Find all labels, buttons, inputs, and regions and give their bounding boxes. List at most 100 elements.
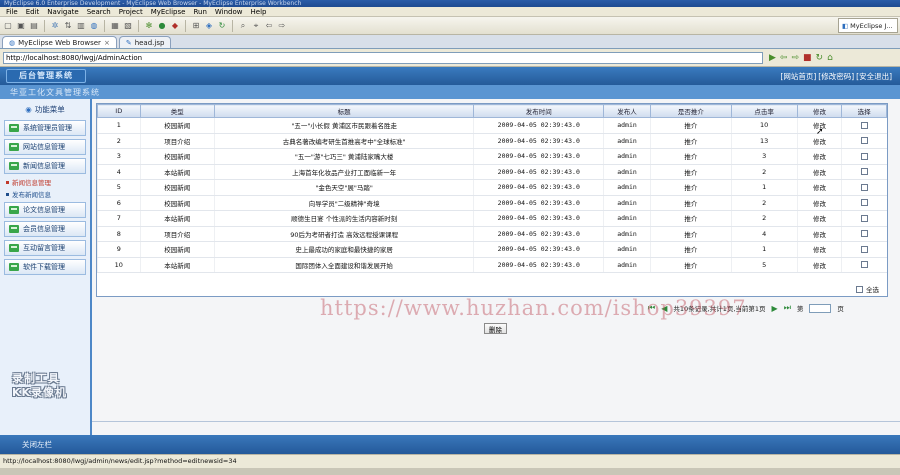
cell-time: 2009-04-05 02:39:43.0 (473, 210, 604, 227)
print-icon[interactable]: ▤ (29, 21, 39, 31)
palette-icon[interactable]: ◈ (204, 21, 214, 31)
edit-link[interactable]: 修改 (813, 262, 826, 270)
forward-icon[interactable]: ⇨ (791, 53, 799, 63)
home-icon[interactable]: ⌂ (827, 53, 833, 63)
row-checkbox[interactable] (860, 199, 868, 207)
edit-link[interactable]: 修改 (813, 200, 826, 208)
back-icon[interactable]: ⇦ (264, 21, 274, 31)
table-row: 8 项目介绍 90后为考研者打造 高效远程授课课程 2009-04-05 02:… (97, 226, 887, 242)
back-icon[interactable]: ⇦ (780, 53, 788, 63)
debug-icon[interactable]: ✲ (50, 21, 60, 31)
cell-author: admin (603, 164, 651, 180)
row-checkbox[interactable] (860, 183, 868, 191)
cell-time: 2009-04-05 02:39:43.0 (473, 164, 604, 180)
editor-tabs: ◍ MyEclipse Web Browser × ✎ head.jsp (0, 35, 900, 49)
select-all: 全选 (856, 284, 879, 294)
last-page-icon[interactable]: ⏭ (784, 303, 791, 313)
wizard-icon[interactable]: ▦ (110, 21, 120, 31)
menu-help[interactable]: Help (247, 8, 271, 16)
external-tools-icon[interactable]: ◆ (170, 21, 180, 31)
run-debug-icon[interactable]: ✻ (144, 21, 154, 31)
menu-navigate[interactable]: Navigate (43, 8, 82, 16)
sidebar-item-site-info[interactable]: 网站信息管理 (4, 139, 86, 155)
menu-myeclipse[interactable]: MyEclipse (147, 8, 190, 16)
select-all-checkbox[interactable] (856, 285, 863, 293)
goto-prefix: 第 (796, 305, 804, 313)
sidebar-item-news[interactable]: 新闻信息管理 (4, 158, 86, 174)
row-checkbox[interactable] (860, 121, 868, 129)
run-icon[interactable]: ● (157, 21, 167, 31)
server-icon[interactable]: ▥ (76, 21, 86, 31)
row-checkbox[interactable] (860, 137, 868, 145)
edit-link[interactable]: 修改 (813, 138, 826, 146)
refresh-icon[interactable]: ↻ (217, 21, 227, 31)
edit-link[interactable]: 修改 (813, 184, 826, 192)
table-row: 3 校园新闻 "五一"游"七巧三" 黄浦陆家嘴大楼 2009-04-05 02:… (97, 148, 887, 165)
sidebar-item-members[interactable]: 会员信息管理 (4, 221, 86, 237)
stop-icon[interactable]: ■ (803, 53, 812, 63)
edit-link[interactable]: 修改 (813, 153, 826, 161)
url-input[interactable] (3, 51, 763, 64)
status-bar: http://localhost:8080/lwgj/admin/news/ed… (0, 454, 900, 468)
next-page-icon[interactable]: ▶ (772, 304, 778, 313)
menu-window[interactable]: Window (211, 8, 247, 16)
row-checkbox[interactable] (860, 168, 868, 176)
sidebar-item-messages[interactable]: 互动留言管理 (4, 240, 86, 256)
close-icon[interactable]: × (104, 37, 110, 49)
menu-search[interactable]: Search (83, 8, 115, 16)
row-checkbox[interactable] (860, 214, 868, 222)
sidebar-item-downloads[interactable]: 软件下载管理 (4, 259, 86, 275)
sidebar-subitem-news-publish[interactable]: 发布新闻信息 (6, 189, 84, 199)
go-icon[interactable]: ▶ (769, 53, 776, 63)
forward-icon[interactable]: ⇨ (277, 21, 287, 31)
tab-head-jsp[interactable]: ✎ head.jsp (118, 36, 172, 48)
refresh-icon[interactable]: ↻ (816, 53, 824, 63)
edit-link[interactable]: 修改 (813, 231, 826, 239)
menu-run[interactable]: Run (189, 8, 210, 16)
edit-link[interactable]: 修改 (813, 215, 826, 223)
sidebar-header-label: 功能菜单 (34, 104, 65, 114)
sidebar-subitem-news-manage[interactable]: 新闻信息管理 (6, 177, 84, 187)
menu-file[interactable]: File (2, 8, 22, 16)
recorder-watermark-line: KK录像机 (12, 386, 68, 399)
cell-type: 校园新闻 (139, 117, 215, 134)
row-checkbox[interactable] (860, 245, 868, 253)
row-checkbox[interactable] (860, 152, 868, 160)
sql-icon[interactable]: ▧ (123, 21, 133, 31)
table-row: 9 校园新闻 史上最成功的家庭和最快捷的家居 2009-04-05 02:39:… (97, 241, 887, 258)
cell-title: 史上最成功的家庭和最快捷的家居 (213, 241, 474, 258)
window-titlebar: MyEclipse 6.0 Enterprise Development - M… (0, 0, 900, 7)
menu-project[interactable]: Project (115, 8, 147, 16)
cell-time: 2009-04-05 02:39:43.0 (473, 133, 604, 149)
edit-link[interactable]: 修改 (813, 169, 826, 177)
cell-clicks: 2 (730, 164, 798, 180)
browser-icon[interactable]: ◍ (89, 21, 99, 31)
cell-recommend: 推介 (649, 195, 732, 211)
goto-page-input[interactable] (809, 303, 832, 313)
delete-button[interactable]: 删除 (484, 323, 507, 334)
perspective-switcher[interactable]: ◧ MyEclipse J... (838, 18, 898, 33)
sidebar-item-papers[interactable]: 论文信息管理 (4, 202, 86, 218)
row-checkbox[interactable] (860, 230, 868, 238)
table-row: 1 校园新闻 "五一"小长假 黄浦区市民跟着名胜走 2009-04-05 02:… (97, 117, 887, 134)
edit-link[interactable]: 修改 (813, 246, 826, 254)
new-icon[interactable]: ▢ (3, 21, 13, 31)
cell-id: 1 (97, 117, 141, 134)
change-password-link[interactable]: [修改密码] (818, 71, 854, 82)
sidebar-item-label: 论文信息管理 (23, 206, 65, 214)
sidebar-item-admin[interactable]: 系统管理员管理 (4, 120, 86, 136)
cell-id: 3 (97, 148, 141, 165)
collapse-sidebar-link[interactable]: 关闭左栏 (22, 439, 52, 450)
menu-edit[interactable]: Edit (22, 8, 44, 16)
save-icon[interactable]: ▣ (16, 21, 26, 31)
home-link[interactable]: [网站首页] (780, 71, 816, 82)
row-checkbox[interactable] (860, 261, 868, 269)
logout-link[interactable]: [安全退出] (856, 71, 892, 82)
pin-icon[interactable]: ⌖ (251, 21, 261, 31)
table-row: 10 本站新闻 国际团体入全面建设和谐发展开始 2009-04-05 02:39… (97, 257, 887, 273)
open-type-icon[interactable]: ⊞ (191, 21, 201, 31)
tab-web-browser[interactable]: ◍ MyEclipse Web Browser × (2, 36, 117, 48)
deploy-icon[interactable]: ⇅ (63, 21, 73, 31)
mouse-cursor-icon: ➚ (816, 127, 824, 137)
search-icon[interactable]: ⌕ (238, 21, 248, 31)
